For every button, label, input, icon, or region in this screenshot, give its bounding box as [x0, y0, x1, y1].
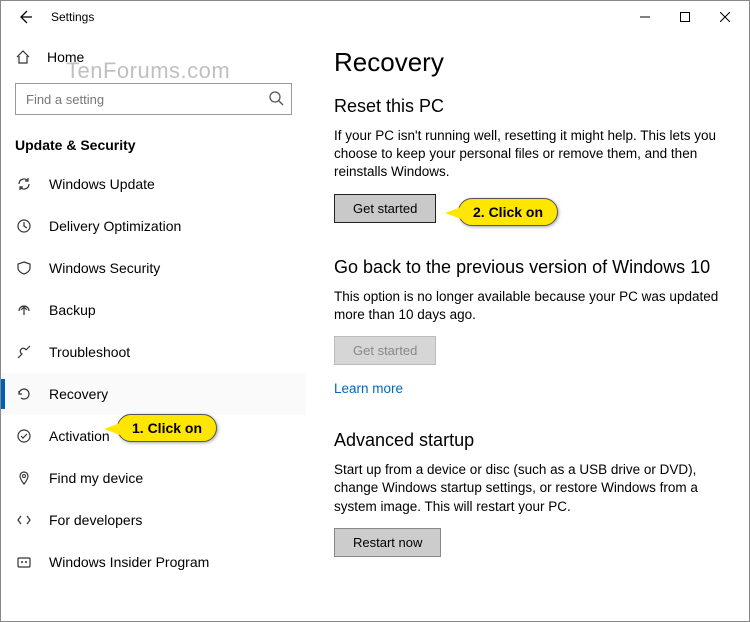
- page-title: Recovery: [334, 47, 723, 78]
- advanced-heading: Advanced startup: [334, 430, 723, 451]
- section-go-back: Go back to the previous version of Windo…: [334, 257, 723, 396]
- minimize-button[interactable]: [625, 1, 665, 33]
- code-icon: [15, 512, 33, 528]
- minimize-icon: [640, 12, 650, 22]
- main-panel: Recovery Reset this PC If your PC isn't …: [306, 33, 749, 621]
- sidebar-item-label: Windows Insider Program: [49, 554, 209, 570]
- search-wrap: [15, 83, 292, 115]
- maximize-button[interactable]: [665, 1, 705, 33]
- sidebar-item-label: Delivery Optimization: [49, 218, 181, 234]
- close-icon: [720, 12, 730, 22]
- check-circle-icon: [15, 428, 33, 444]
- sidebar-item-label: Activation: [49, 428, 110, 444]
- search-icon: [268, 90, 284, 106]
- shield-icon: [15, 260, 33, 276]
- advanced-desc: Start up from a device or disc (such as …: [334, 461, 723, 516]
- arrow-left-icon: [17, 9, 33, 25]
- home-label: Home: [47, 49, 84, 65]
- goback-desc: This option is no longer available becau…: [334, 288, 723, 324]
- sidebar-item-windows-insider[interactable]: Windows Insider Program: [1, 541, 306, 583]
- sidebar-item-label: Find my device: [49, 470, 143, 486]
- sidebar-item-recovery[interactable]: Recovery: [1, 373, 306, 415]
- sidebar-section-header: Update & Security: [1, 123, 306, 163]
- sidebar-item-label: Recovery: [49, 386, 108, 402]
- sidebar-item-for-developers[interactable]: For developers: [1, 499, 306, 541]
- wrench-icon: [15, 344, 33, 360]
- sidebar-item-windows-security[interactable]: Windows Security: [1, 247, 306, 289]
- back-button[interactable]: [5, 1, 45, 33]
- sidebar-item-troubleshoot[interactable]: Troubleshoot: [1, 331, 306, 373]
- goback-heading: Go back to the previous version of Windo…: [334, 257, 723, 278]
- reset-desc: If your PC isn't running well, resetting…: [334, 127, 723, 182]
- learn-more-link[interactable]: Learn more: [334, 381, 403, 396]
- goback-get-started-button: Get started: [334, 336, 436, 365]
- sidebar-item-find-my-device[interactable]: Find my device: [1, 457, 306, 499]
- sidebar-item-home[interactable]: Home: [1, 37, 306, 77]
- recovery-icon: [15, 386, 33, 402]
- delivery-icon: [15, 218, 33, 234]
- location-icon: [15, 470, 33, 486]
- sidebar-item-label: Windows Security: [49, 260, 160, 276]
- annotation-callout-2: 2. Click on: [458, 198, 558, 226]
- home-icon: [15, 49, 31, 65]
- sidebar-item-backup[interactable]: Backup: [1, 289, 306, 331]
- sidebar: Home TenForums.com Update & Security Win…: [1, 33, 306, 621]
- sidebar-item-label: Troubleshoot: [49, 344, 130, 360]
- sidebar-item-label: Backup: [49, 302, 96, 318]
- reset-get-started-button[interactable]: Get started: [334, 194, 436, 223]
- titlebar: Settings: [1, 1, 749, 33]
- sidebar-item-windows-update[interactable]: Windows Update: [1, 163, 306, 205]
- search-input[interactable]: [15, 83, 292, 115]
- sidebar-item-label: For developers: [49, 512, 142, 528]
- window-controls: [625, 1, 745, 33]
- backup-icon: [15, 302, 33, 318]
- close-button[interactable]: [705, 1, 745, 33]
- settings-window: Settings Home TenForums.com Update & Sec…: [0, 0, 750, 622]
- sync-icon: [15, 176, 33, 192]
- reset-heading: Reset this PC: [334, 96, 723, 117]
- insider-icon: [15, 554, 33, 570]
- restart-now-button[interactable]: Restart now: [334, 528, 441, 557]
- sidebar-item-label: Windows Update: [49, 176, 155, 192]
- maximize-icon: [680, 12, 690, 22]
- window-title: Settings: [45, 10, 94, 24]
- sidebar-item-delivery-optimization[interactable]: Delivery Optimization: [1, 205, 306, 247]
- sidebar-nav: Windows Update Delivery Optimization Win…: [1, 163, 306, 583]
- section-advanced-startup: Advanced startup Start up from a device …: [334, 430, 723, 557]
- annotation-callout-1: 1. Click on: [117, 414, 217, 442]
